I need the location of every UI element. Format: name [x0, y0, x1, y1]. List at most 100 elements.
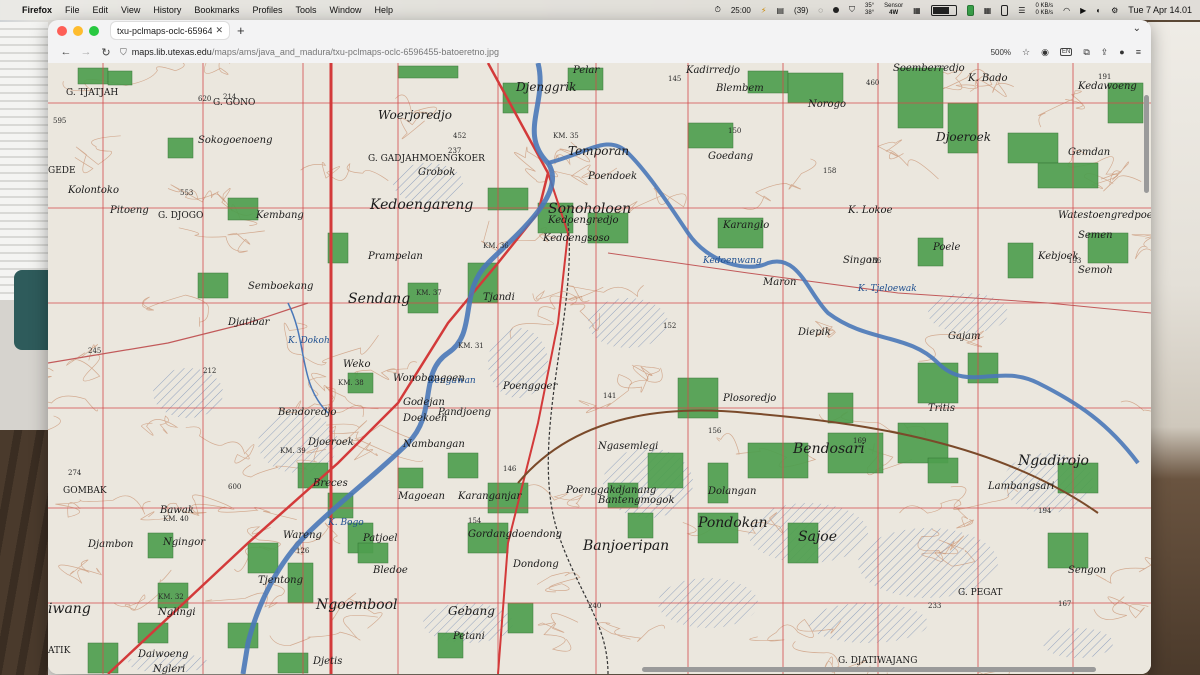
menu-history[interactable]: History: [153, 5, 181, 15]
extension-badge-icon[interactable]: EN: [1059, 48, 1073, 56]
clock-text[interactable]: Tue 7 Apr 14.01: [1128, 5, 1192, 15]
account-avatar-icon[interactable]: ●: [1119, 47, 1124, 57]
elevation-number: 240: [588, 602, 601, 610]
battery-icon[interactable]: [930, 4, 957, 16]
timer-icon[interactable]: ⏱: [715, 5, 721, 15]
forest-patch: [107, 70, 133, 86]
menu-tools[interactable]: Tools: [295, 5, 316, 15]
vertical-scrollbar[interactable]: [1144, 95, 1149, 193]
map-label: Daiwoeng: [137, 649, 189, 660]
menu-window[interactable]: Window: [329, 5, 361, 15]
zoom-window-button[interactable]: [89, 25, 99, 36]
map-label: Patjoel: [362, 533, 398, 544]
menu-file[interactable]: File: [65, 5, 80, 15]
control-center-icon[interactable]: ⚙: [1111, 6, 1118, 15]
map-label: ATIK: [48, 646, 71, 656]
share-icon[interactable]: ⇪: [1101, 47, 1109, 58]
map-label: Poendoek: [587, 171, 637, 182]
map-label: Semoh: [1078, 265, 1113, 276]
tab-close-icon[interactable]: ✕: [215, 25, 223, 36]
headphones-icon[interactable]: ◌: [818, 6, 823, 15]
map-label: K. Dokoh: [287, 336, 330, 346]
wifi-icon[interactable]: ◠: [1063, 6, 1070, 15]
timer-text[interactable]: 25:00: [731, 6, 751, 15]
elevation-number: 152: [663, 322, 676, 330]
forest-patch: [357, 542, 389, 564]
map-label: Norogo: [807, 99, 846, 110]
elevation-number: 136: [868, 257, 882, 265]
url-bar[interactable]: ⛉ maps.lib.utexas.edu /maps/ams/java_and…: [120, 43, 991, 61]
zoom-level[interactable]: 500%: [991, 48, 1011, 57]
map-label: Djetis: [312, 656, 342, 667]
bookmark-star-icon[interactable]: ☆: [1022, 47, 1030, 58]
record-icon[interactable]: [833, 7, 840, 13]
tab-list-chevron-icon[interactable]: ⌄: [1133, 23, 1141, 34]
room-right: [1148, 22, 1200, 675]
forward-arrow-icon[interactable]: →: [76, 46, 96, 58]
map-label: Pitoeng: [109, 205, 149, 216]
tab-bar: txu-pclmaps-oclc-6596455-ba ✕ + ⌄: [48, 20, 1151, 41]
map-label: Djambon: [87, 539, 133, 550]
sensor-readout[interactable]: Sensor 4W: [884, 3, 903, 17]
back-arrow-icon[interactable]: ←: [56, 46, 76, 58]
forest-patch: [627, 512, 654, 539]
menu-view[interactable]: View: [121, 5, 140, 15]
temperature-readout[interactable]: 35° 38°: [865, 3, 874, 17]
tab-title: txu-pclmaps-oclc-6596455-ba: [117, 25, 213, 36]
browser-window: txu-pclmaps-oclc-6596455-ba ✕ + ⌄ ← → ↻ …: [48, 20, 1151, 674]
forest-patch: [487, 187, 529, 211]
map-label: Kedoenwang: [702, 256, 762, 266]
menu-edit[interactable]: Edit: [93, 5, 109, 15]
sliders-icon[interactable]: ☰: [1018, 6, 1025, 15]
eye-icon[interactable]: ◉: [1041, 47, 1049, 58]
shield-icon[interactable]: ⛉: [120, 47, 127, 58]
extensions-icon[interactable]: ⧉: [1083, 47, 1089, 58]
map-label: Diepik: [797, 327, 831, 338]
hatched-area: [808, 603, 928, 643]
map-label: K. Tjeloewak: [857, 284, 917, 294]
menu-hamburger-icon[interactable]: ≡: [1136, 47, 1141, 57]
temp-bottom: 38°: [865, 10, 875, 16]
calendar-icon[interactable]: ▤: [776, 6, 784, 15]
horizontal-scrollbar[interactable]: [642, 667, 1096, 672]
map-label: Sendang: [348, 291, 410, 307]
green-status-icon[interactable]: [966, 4, 974, 16]
network-speed[interactable]: 0 KB/s 0 KB/s: [1035, 3, 1053, 17]
menu-app-name[interactable]: Firefox: [22, 5, 52, 15]
bars-icon[interactable]: ▦: [913, 6, 921, 15]
map-label: Goedang: [708, 151, 753, 162]
forest-patch: [927, 457, 959, 484]
grid-icon[interactable]: ▦: [984, 6, 992, 15]
play-icon[interactable]: ▶: [1080, 6, 1086, 15]
map-label: Bendoredjo: [277, 407, 336, 418]
map-image-viewport[interactable]: Djenggrik Pelar Kadirredjo Soemberredjo K. B…: [48, 63, 1151, 674]
close-window-button[interactable]: [57, 25, 67, 36]
phone-icon[interactable]: [1001, 4, 1009, 16]
reload-icon[interactable]: ↻: [96, 46, 116, 59]
moon-icon[interactable]: ◐: [1096, 6, 1101, 15]
menu-bookmarks[interactable]: Bookmarks: [194, 5, 239, 15]
map-label: Ngasemlegi: [597, 441, 658, 452]
forest-patch: [707, 462, 729, 504]
map-label: Kedoengredjo: [547, 215, 619, 226]
net-up: 0 KB/s: [1035, 3, 1054, 9]
shield-status-icon[interactable]: ⛉: [849, 5, 855, 15]
forest-patch: [77, 67, 109, 85]
url-domain: maps.lib.utexas.edu: [131, 47, 212, 57]
elevation-number: 452: [453, 132, 466, 140]
forest-patch: [227, 197, 259, 221]
menu-profiles[interactable]: Profiles: [252, 5, 282, 15]
map-label: K. Bado: [967, 73, 1008, 84]
forest-patch: [1007, 132, 1059, 164]
map-label: Petani: [452, 631, 485, 642]
map-label: Blembem: [715, 83, 764, 94]
map-label: Djenggrik: [515, 80, 576, 94]
forest-patch: [507, 602, 534, 634]
count-text[interactable]: (39): [794, 6, 808, 15]
tab-active[interactable]: txu-pclmaps-oclc-6596455-ba ✕: [111, 22, 229, 39]
menu-help[interactable]: Help: [374, 5, 393, 15]
forest-patch: [917, 362, 959, 404]
map-label: GEDE: [48, 166, 76, 176]
new-tab-button[interactable]: +: [237, 23, 245, 38]
minimize-window-button[interactable]: [73, 25, 83, 36]
